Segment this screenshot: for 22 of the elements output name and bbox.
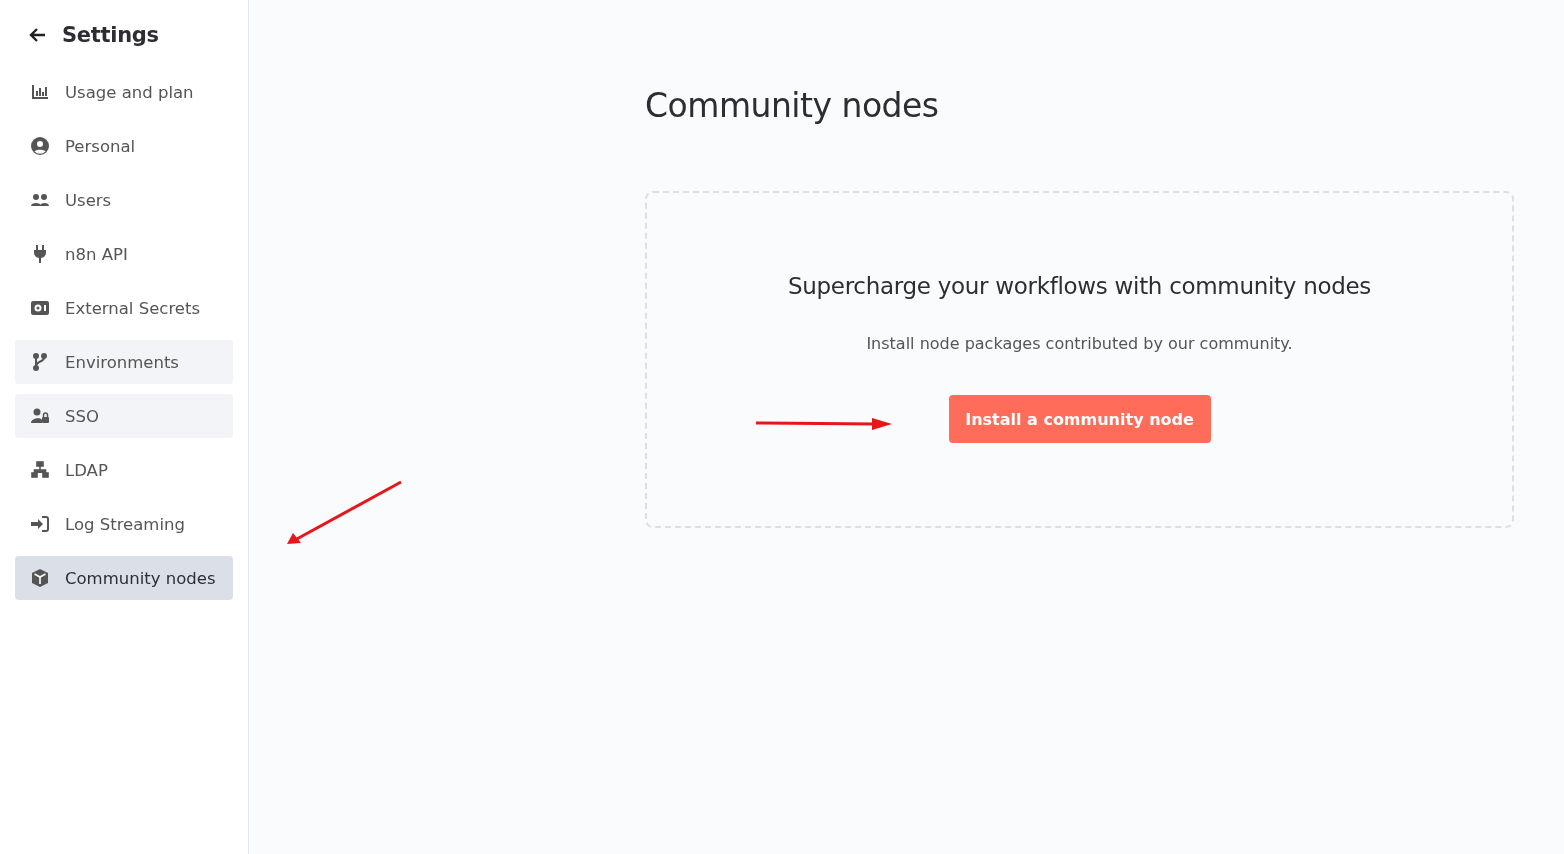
sign-in-icon bbox=[30, 514, 50, 534]
sidebar-item[interactable]: Usage and plan bbox=[15, 70, 233, 114]
user-lock-icon bbox=[30, 406, 50, 426]
sidebar-item[interactable]: Environments bbox=[15, 340, 233, 384]
empty-state-description: Install node packages contributed by our community. bbox=[866, 334, 1293, 353]
vault-icon bbox=[30, 298, 50, 318]
sidebar-item[interactable]: SSO bbox=[15, 394, 233, 438]
branch-icon bbox=[30, 352, 50, 372]
sidebar-item[interactable]: n8n API bbox=[15, 232, 233, 276]
chart-icon bbox=[30, 82, 50, 102]
page-title: Community nodes bbox=[645, 86, 940, 125]
cube-icon bbox=[30, 568, 50, 588]
sidebar-item[interactable]: External Secrets bbox=[15, 286, 233, 330]
sidebar-item[interactable]: Users bbox=[15, 178, 233, 222]
empty-state-heading: Supercharge your workflows with community nodes bbox=[787, 273, 1372, 299]
sidebar-item[interactable]: Community nodes bbox=[15, 556, 233, 600]
sidebar-item[interactable]: Log Streaming bbox=[15, 502, 233, 546]
network-icon bbox=[30, 460, 50, 480]
back-link[interactable]: Settings bbox=[15, 0, 233, 50]
user-circle-icon bbox=[30, 136, 50, 156]
sidebar-item[interactable]: LDAP bbox=[15, 448, 233, 492]
sidebar-item[interactable]: Personal bbox=[15, 124, 233, 168]
